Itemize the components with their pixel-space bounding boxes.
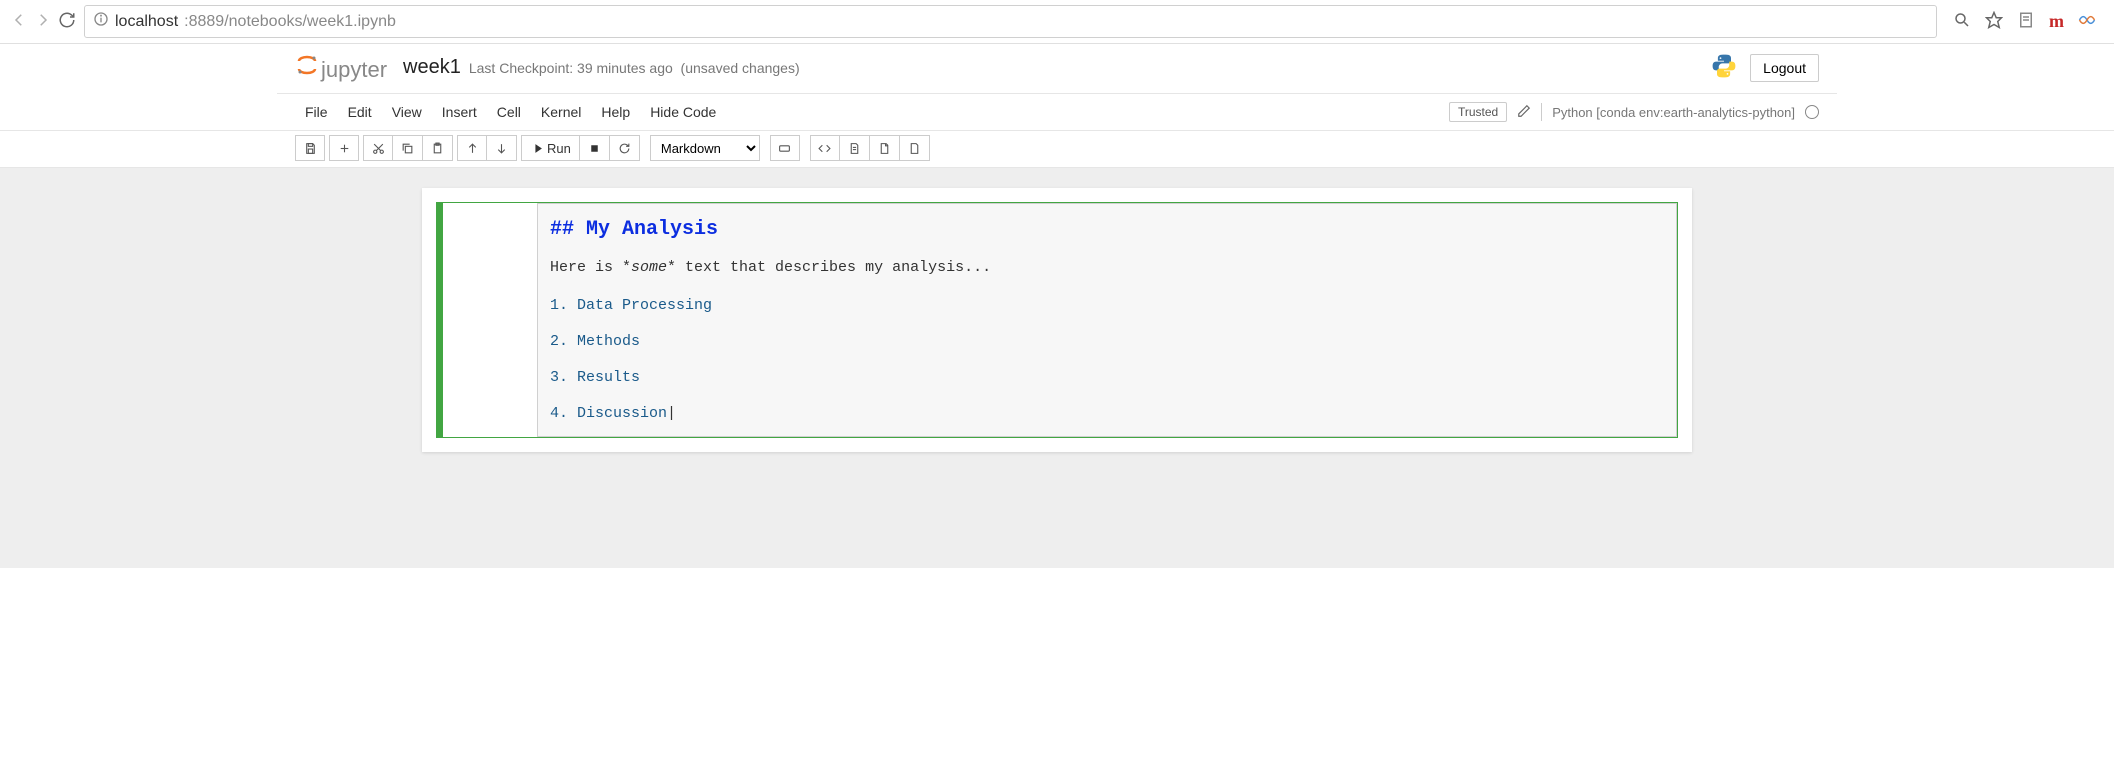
checkpoint-time: Last Checkpoint: 39 minutes ago [469, 60, 673, 76]
notebook-header: jupyter week1 Last Checkpoint: 39 minute… [277, 44, 1837, 94]
cell-prompt [437, 203, 537, 437]
md-text-post: * text that describes my analysis... [667, 259, 991, 276]
url-host: localhost [115, 13, 178, 31]
run-label: Run [547, 141, 571, 156]
paste-button[interactable] [423, 135, 453, 161]
list-item: 3. Results [550, 366, 1664, 390]
md-paragraph: Here is *some* text that describes my an… [550, 256, 1664, 280]
text-cursor: | [667, 402, 676, 426]
new-file-button[interactable] [900, 135, 930, 161]
list-item: 1. Data Processing [550, 294, 1664, 318]
menu-cell[interactable]: Cell [487, 100, 531, 124]
zoom-icon[interactable] [1953, 11, 1971, 32]
url-path: :8889/notebooks/week1.ipynb [184, 13, 396, 31]
save-button[interactable] [295, 135, 325, 161]
list-item: 2. Methods [550, 330, 1664, 354]
browser-right-icons: m [1953, 11, 2104, 32]
nav-buttons [10, 11, 76, 32]
kernel-name[interactable]: Python [conda env:earth-analytics-python… [1552, 105, 1795, 120]
trusted-badge[interactable]: Trusted [1449, 102, 1507, 122]
separator [1541, 103, 1542, 121]
jupyter-logo[interactable]: jupyter [295, 53, 387, 83]
jupyter-logo-text: jupyter [321, 57, 387, 83]
document-button[interactable] [840, 135, 870, 161]
header-right: Logout [1710, 52, 1819, 83]
info-icon [93, 11, 109, 32]
copy-button[interactable] [393, 135, 423, 161]
code-toggle-button[interactable] [810, 135, 840, 161]
menu-file[interactable]: File [295, 100, 338, 124]
restart-button[interactable] [610, 135, 640, 161]
page-icon[interactable] [2017, 11, 2035, 32]
toolbar: Run Markdown [277, 131, 1837, 167]
move-down-button[interactable] [487, 135, 517, 161]
cell-type-select[interactable]: Markdown [650, 135, 760, 161]
list-item-text: 4. Discussion [550, 405, 667, 422]
address-bar[interactable]: localhost :8889/notebooks/week1.ipynb [84, 5, 1937, 38]
md-text-pre: Here is * [550, 259, 631, 276]
edit-icon[interactable] [1517, 104, 1531, 121]
jupyter-logo-icon [295, 53, 319, 77]
command-palette-button[interactable] [770, 135, 800, 161]
move-up-button[interactable] [457, 135, 487, 161]
notebook-container: ## My Analysis Here is *some* text that … [422, 188, 1692, 452]
menu-edit[interactable]: Edit [338, 100, 382, 124]
run-button[interactable]: Run [521, 135, 580, 161]
menu-help[interactable]: Help [591, 100, 640, 124]
md-list: 1. Data Processing 2. Methods 3. Results… [550, 294, 1664, 426]
menu-bar: File Edit View Insert Cell Kernel Help H… [277, 94, 1837, 130]
notebook-area: ## My Analysis Here is *some* text that … [0, 168, 2114, 568]
cell-editor[interactable]: ## My Analysis Here is *some* text that … [537, 203, 1677, 437]
interrupt-button[interactable] [580, 135, 610, 161]
reload-icon[interactable] [58, 11, 76, 32]
kernel-indicator-icon [1805, 105, 1819, 119]
cut-button[interactable] [363, 135, 393, 161]
back-icon[interactable] [10, 11, 28, 32]
menu-insert[interactable]: Insert [432, 100, 487, 124]
notebook-name[interactable]: week1 [403, 56, 461, 79]
extension-m-icon[interactable]: m [2049, 11, 2064, 32]
markdown-cell[interactable]: ## My Analysis Here is *some* text that … [436, 202, 1678, 438]
menu-view[interactable]: View [382, 100, 432, 124]
add-cell-button[interactable] [329, 135, 359, 161]
pdf-button[interactable] [870, 135, 900, 161]
menu-kernel[interactable]: Kernel [531, 100, 591, 124]
list-item: 4. Discussion | [550, 402, 1664, 426]
browser-toolbar: localhost :8889/notebooks/week1.ipynb m [0, 0, 2114, 44]
star-icon[interactable] [1985, 11, 2003, 32]
md-text-em: some [631, 259, 667, 276]
checkpoint-text: Last Checkpoint: 39 minutes ago (unsaved… [469, 60, 800, 76]
menu-right: Trusted Python [conda env:earth-analytic… [1449, 102, 1819, 122]
extension-shape-icon[interactable] [2078, 11, 2096, 32]
python-logo-icon [1710, 52, 1738, 83]
forward-icon[interactable] [34, 11, 52, 32]
logout-button[interactable]: Logout [1750, 54, 1819, 82]
md-heading: ## My Analysis [550, 214, 1664, 246]
menu-hide-code[interactable]: Hide Code [640, 100, 726, 124]
unsaved-changes: (unsaved changes) [681, 60, 800, 76]
